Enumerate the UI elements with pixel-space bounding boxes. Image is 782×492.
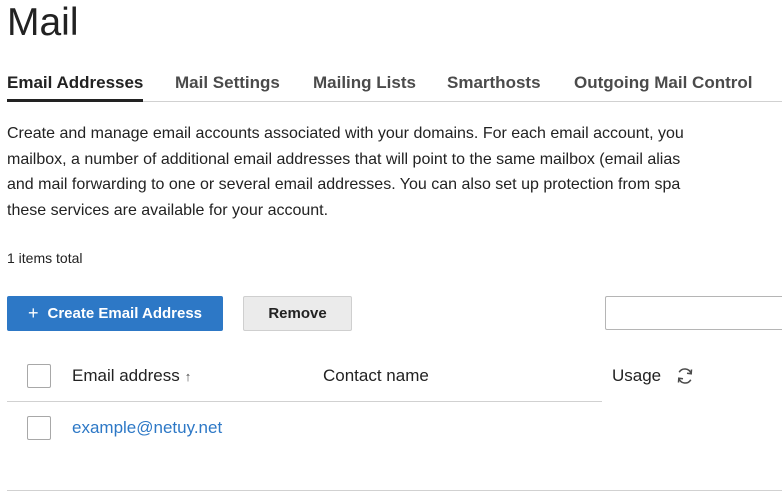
arrow-up-icon: ↑ — [184, 369, 192, 384]
page-description: Create and manage email accounts associa… — [7, 121, 782, 223]
column-header-email-label: Email address — [72, 366, 180, 385]
create-email-address-button[interactable]: + Create Email Address — [7, 296, 223, 331]
table-header-divider — [7, 401, 602, 402]
description-line: these services are available for your ac… — [7, 201, 329, 219]
tab-mail-settings[interactable]: Mail Settings — [175, 70, 280, 100]
create-email-address-label: Create Email Address — [47, 305, 203, 322]
tab-smarthosts[interactable]: Smarthosts — [447, 70, 541, 100]
refresh-icon[interactable] — [675, 366, 695, 386]
tab-bar: Email Addresses Mail Settings Mailing Li… — [7, 70, 782, 102]
column-header-usage[interactable]: Usage — [612, 366, 661, 386]
items-total-count: 1 items total — [7, 250, 83, 266]
tab-mailing-lists[interactable]: Mailing Lists — [313, 70, 416, 100]
description-line: and mail forwarding to one or several em… — [7, 176, 681, 193]
plus-icon: + — [27, 303, 39, 323]
email-address-link[interactable]: example@netuy.net — [72, 418, 222, 438]
tab-email-addresses[interactable]: Email Addresses — [7, 70, 144, 102]
row-checkbox[interactable] — [27, 416, 51, 440]
description-line: mailbox, a number of additional email ad… — [7, 150, 681, 168]
page-title: Mail — [7, 1, 79, 44]
table-row-divider — [7, 490, 782, 491]
search-input[interactable] — [605, 296, 782, 330]
tab-outgoing-mail-control[interactable]: Outgoing Mail Control — [574, 70, 752, 100]
column-header-email[interactable]: Email address ↑ — [72, 366, 191, 387]
select-all-checkbox[interactable] — [27, 364, 51, 388]
remove-button[interactable]: Remove — [243, 296, 352, 331]
column-header-contact-name[interactable]: Contact name — [323, 366, 429, 386]
description-line: Create and manage email accounts associa… — [7, 125, 684, 142]
